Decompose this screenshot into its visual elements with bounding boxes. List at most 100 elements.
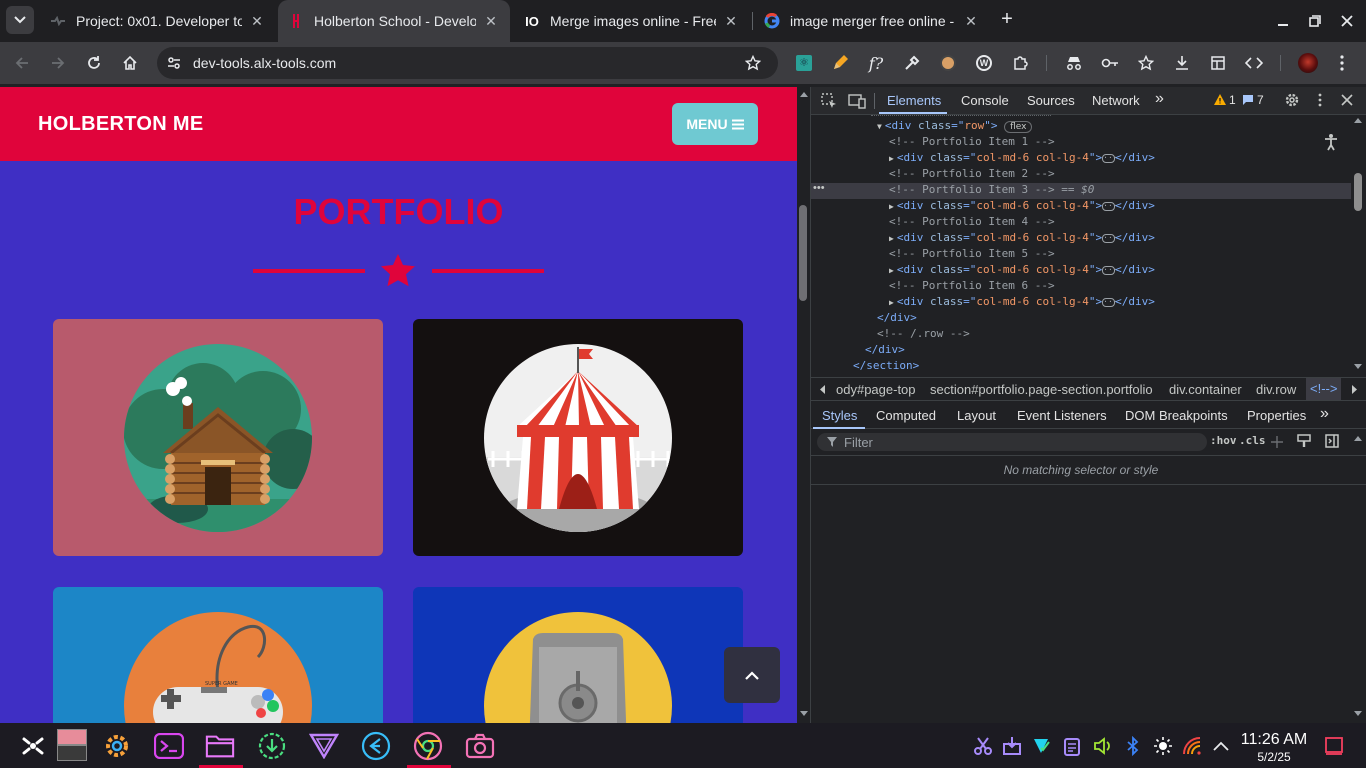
scroll-to-top-button[interactable]: [724, 647, 780, 703]
crumb-row[interactable]: div.row: [1256, 382, 1296, 397]
dom-element-line[interactable]: ▶ <div class="col-md-6 col-lg-4">···</div…: [889, 295, 1155, 308]
subtab-event-listeners[interactable]: Event Listeners: [1017, 408, 1107, 423]
key-icon[interactable]: [1098, 51, 1122, 75]
eyedropper-extension-icon[interactable]: [900, 51, 924, 75]
tray-brightness[interactable]: [1152, 735, 1174, 757]
collapsed-ellipsis-icon[interactable]: ···: [1102, 297, 1118, 307]
dom-scroll-down-icon[interactable]: [1354, 364, 1362, 370]
devtools-menu-icon[interactable]: [1318, 93, 1322, 107]
w-extension-icon[interactable]: W: [972, 51, 996, 75]
incognito-icon[interactable]: [1062, 51, 1086, 75]
show-desktop-button[interactable]: [1323, 735, 1345, 757]
close-icon[interactable]: ✕: [962, 13, 980, 30]
warning-icon[interactable]: [1214, 94, 1226, 105]
tray-expand[interactable]: [1210, 735, 1232, 757]
subtab-layout[interactable]: Layout: [957, 408, 996, 423]
tab-elements[interactable]: Elements: [887, 93, 941, 108]
portfolio-item-cabin[interactable]: [53, 319, 383, 556]
expand-triangle-closed-icon[interactable]: ▶: [889, 234, 894, 243]
crumb-left-arrow-icon[interactable]: [819, 385, 825, 394]
tray-bluetooth[interactable]: [1122, 735, 1144, 757]
scroll-down-arrow-icon[interactable]: [800, 711, 808, 717]
dom-comment-line[interactable]: <!-- Portfolio Item 4 -->: [889, 215, 1055, 228]
pencil-extension-icon[interactable]: [828, 51, 852, 75]
face-extension-icon[interactable]: [936, 51, 960, 75]
tab-console[interactable]: Console: [961, 93, 1009, 108]
brand-logo[interactable]: HOLBERTON ME: [38, 113, 203, 136]
profile-avatar[interactable]: [1296, 51, 1320, 75]
expand-triangle-closed-icon[interactable]: ▶: [889, 298, 894, 307]
terminal-app[interactable]: [154, 731, 184, 761]
menu-button[interactable]: MENU: [672, 103, 758, 145]
device-toggle-icon[interactable]: [848, 93, 866, 109]
tab-search-button[interactable]: [6, 6, 34, 34]
more-tabs-button[interactable]: »: [1155, 90, 1164, 108]
close-window-button[interactable]: [1332, 8, 1362, 34]
workspace-pager[interactable]: [56, 728, 88, 762]
accessibility-tree-icon[interactable]: [1323, 133, 1339, 151]
dom-element-line[interactable]: ▶ <div class="col-md-6 col-lg-4">···</div…: [889, 263, 1155, 276]
expand-triangle-closed-icon[interactable]: ▶: [889, 266, 894, 275]
subtab-computed[interactable]: Computed: [876, 408, 936, 423]
tray-wifi[interactable]: [1182, 735, 1204, 757]
reload-button[interactable]: [82, 51, 106, 75]
add-rule-icon[interactable]: [1270, 435, 1284, 449]
dom-element-line[interactable]: ▶ <div class="col-md-6 col-lg-4">···</div…: [889, 199, 1155, 212]
portfolio-item-circus[interactable]: [413, 319, 743, 556]
dom-scroll-up-icon[interactable]: [1354, 117, 1362, 123]
workspace-1[interactable]: [57, 729, 87, 745]
styles-scroll-up-icon[interactable]: [1354, 435, 1362, 441]
crumb-right-arrow-icon[interactable]: [1352, 385, 1358, 394]
styles-filter-input[interactable]: Filter: [817, 433, 1207, 451]
crumb-body[interactable]: ody#page-top: [836, 382, 916, 397]
warning-count[interactable]: 1: [1229, 93, 1236, 107]
tray-volume[interactable]: [1092, 735, 1114, 757]
more-subtabs-button[interactable]: »: [1320, 405, 1329, 423]
sidebar-toggle-icon[interactable]: [1325, 434, 1339, 448]
cls-toggle[interactable]: .cls: [1239, 434, 1266, 447]
message-count[interactable]: 7: [1257, 93, 1264, 107]
dom-comment-line[interactable]: <!-- /.row -->: [877, 327, 970, 340]
collapsed-ellipsis-icon[interactable]: ···: [1102, 153, 1118, 163]
page-scrollbar-thumb[interactable]: [799, 205, 807, 301]
close-devtools-icon[interactable]: [1341, 94, 1353, 106]
workspace-2[interactable]: [57, 745, 87, 761]
star-list-icon[interactable]: [1134, 51, 1158, 75]
crumb-container[interactable]: div.container: [1169, 382, 1242, 397]
scroll-up-arrow-icon[interactable]: [800, 91, 808, 97]
subtab-styles[interactable]: Styles: [822, 408, 857, 423]
tab-merge-images[interactable]: IO Merge images online - Free ✕: [514, 6, 750, 36]
screenshot-app[interactable]: [465, 731, 495, 761]
chrome-app[interactable]: [413, 731, 443, 761]
dom-element-line[interactable]: </div>: [877, 311, 917, 324]
subtab-properties[interactable]: Properties: [1247, 408, 1306, 423]
new-tab-button[interactable]: +: [996, 8, 1018, 32]
tray-scissors[interactable]: [972, 735, 994, 757]
settings-app[interactable]: [102, 731, 132, 761]
portfolio-item-game[interactable]: SUPER GAME: [53, 587, 383, 723]
function-extension-icon[interactable]: f?: [864, 51, 888, 75]
tray-clipboard[interactable]: [1061, 735, 1083, 757]
dom-element-line[interactable]: ▼ <div class="row"> flex: [877, 119, 1033, 133]
dom-comment-line[interactable]: <!-- Portfolio Item 6 -->: [889, 279, 1055, 292]
dom-comment-line[interactable]: <!-- Portfolio Item 3 --> == $0: [889, 183, 1094, 196]
tab-project[interactable]: Project: 0x01. Developer to ✕: [40, 6, 276, 36]
page-scrollbar[interactable]: [797, 87, 811, 723]
dom-element-line[interactable]: </section>: [853, 359, 919, 372]
close-icon[interactable]: ✕: [248, 13, 266, 30]
crumb-comment[interactable]: <!-->: [1306, 378, 1342, 400]
inspect-element-icon[interactable]: [821, 93, 837, 109]
hov-toggle[interactable]: :hov: [1210, 434, 1237, 447]
dom-element-line[interactable]: ▶ <div class="col-md-6 col-lg-4">···</div…: [889, 151, 1155, 164]
paint-brush-icon[interactable]: [1297, 434, 1311, 448]
portfolio-item-safe[interactable]: [413, 587, 743, 723]
collapsed-ellipsis-icon[interactable]: ···: [1102, 201, 1118, 211]
expand-triangle-closed-icon[interactable]: ▶: [889, 154, 894, 163]
extensions-puzzle-icon[interactable]: [1008, 51, 1032, 75]
devtools-left-border[interactable]: [810, 87, 811, 723]
styles-scroll-down-icon[interactable]: [1354, 711, 1362, 717]
address-bar[interactable]: dev-tools.alx-tools.com: [157, 47, 778, 79]
settings-gear-icon[interactable]: [1284, 92, 1300, 108]
maximize-button[interactable]: [1300, 8, 1330, 34]
tab-image-merger[interactable]: image merger free online - ✕: [754, 6, 990, 36]
